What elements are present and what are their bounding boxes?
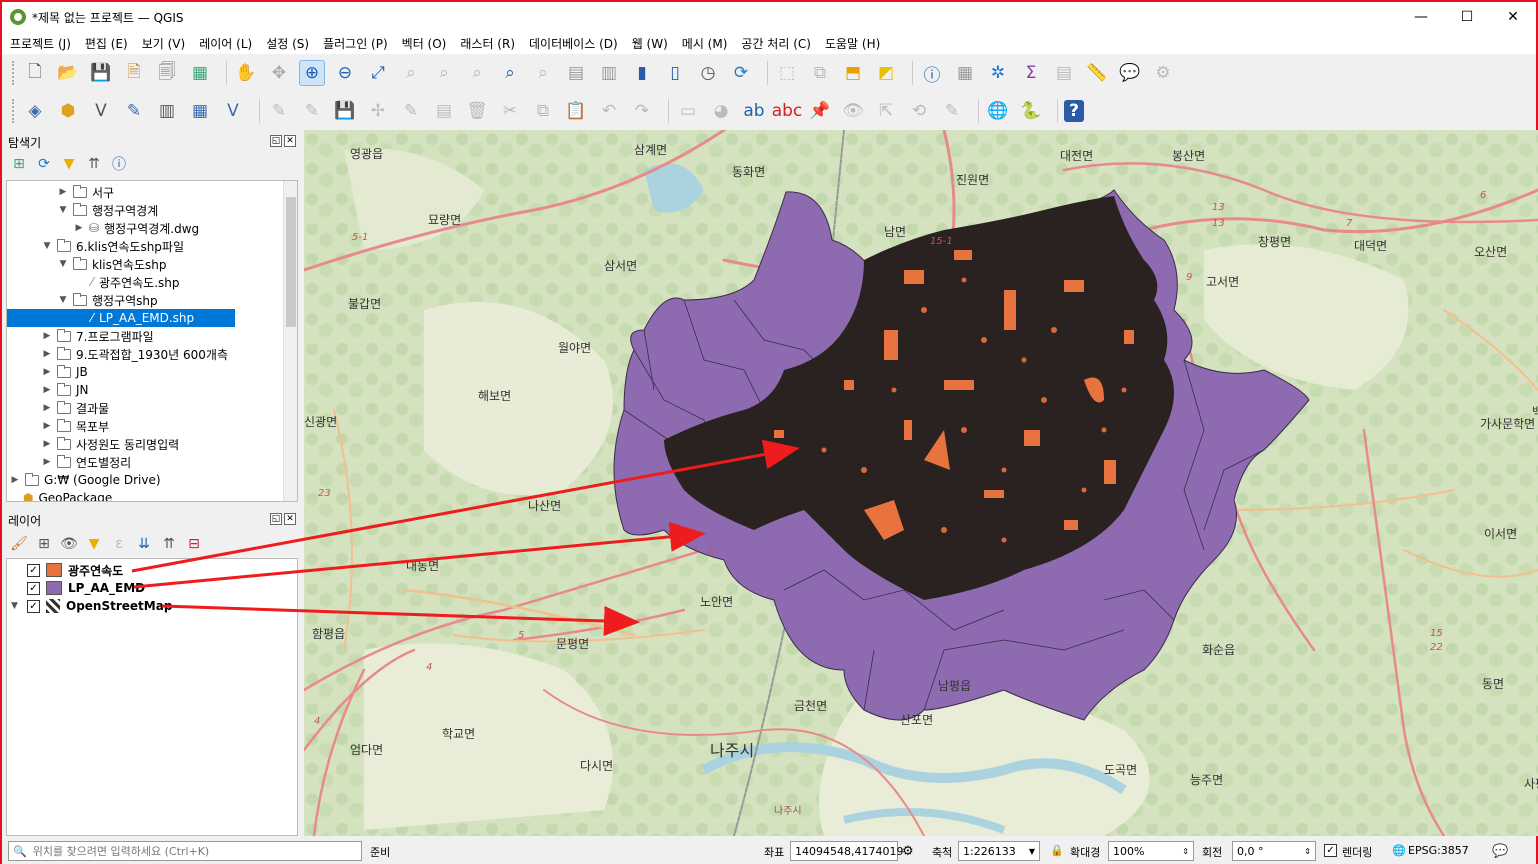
messages-icon[interactable]: 💬: [1492, 844, 1508, 859]
spin-arrows-icon: ⇕: [1304, 846, 1311, 856]
rotation-value: 0,0 °: [1237, 844, 1264, 858]
rotation-spinbox[interactable]: 0,0 ° ⇕: [1232, 841, 1316, 861]
toggle-extents-icon[interactable]: ⚙: [902, 844, 914, 859]
render-label: 렌더링: [1342, 846, 1373, 859]
status-message: 준비: [370, 846, 391, 859]
scale-value: 1:226133: [963, 844, 1016, 858]
arrow-osm: [161, 604, 640, 636]
rotation-label: 회전: [1202, 846, 1223, 859]
render-checkbox[interactable]: ✓: [1324, 844, 1337, 857]
status-bar: 🔍 위치를 찾으려면 입력하세요 (Ctrl+K) 준비 좌표 14094548…: [2, 838, 1536, 864]
coordinate-field[interactable]: 14094548,4174019: [790, 841, 903, 861]
arrow-emd: [133, 521, 706, 589]
magnifier-value: 100%: [1113, 844, 1145, 858]
scale-label: 축척: [932, 846, 953, 859]
coordinate-label: 좌표: [764, 846, 785, 859]
chevron-down-icon: ▼: [1028, 846, 1035, 856]
scale-combobox[interactable]: 1:226133 ▼: [958, 841, 1040, 861]
lock-scale-icon[interactable]: 🔒: [1050, 844, 1064, 857]
locator-placeholder: 위치를 찾으려면 입력하세요 (Ctrl+K): [32, 845, 210, 858]
annotation-arrows: [131, 439, 800, 636]
arrow-gwangju: [131, 439, 800, 573]
spin-arrows-icon: ⇕: [1182, 846, 1189, 856]
qgis-window: *제목 없는 프로젝트 — QGIS — ☐ ✕ 프로젝트 (J) 편집 (E)…: [0, 0, 1538, 864]
magnifier-spinbox[interactable]: 100% ⇕: [1108, 841, 1194, 861]
crs-globe-icon[interactable]: 🌐: [1392, 844, 1406, 857]
crs-button[interactable]: EPSG:3857: [1408, 844, 1469, 857]
locator-search-input[interactable]: 🔍 위치를 찾으려면 입력하세요 (Ctrl+K): [8, 841, 362, 861]
search-icon: 🔍: [13, 844, 27, 858]
magnifier-label: 확대경: [1070, 846, 1101, 859]
